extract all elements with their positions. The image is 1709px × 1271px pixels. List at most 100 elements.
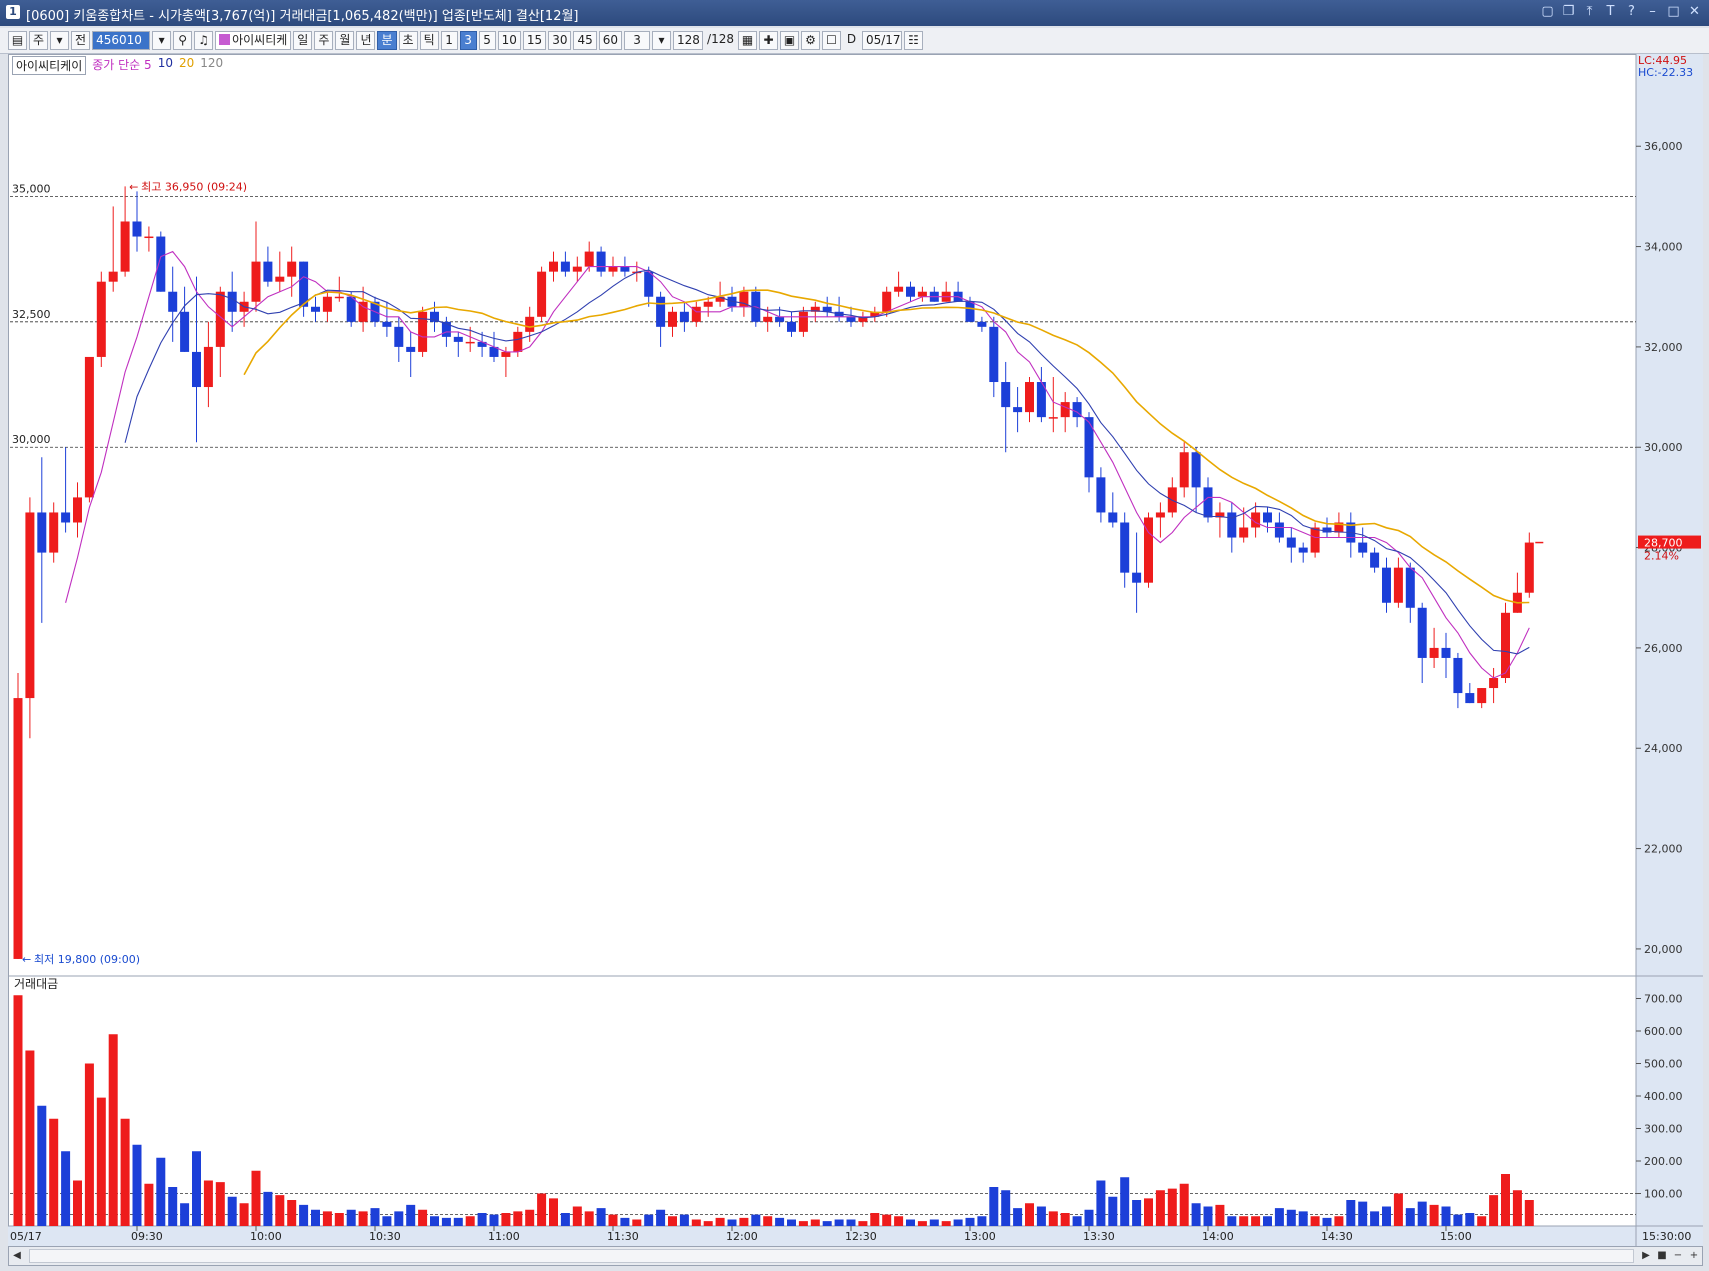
close-icon[interactable]: ✕ — [1686, 3, 1703, 21]
candle-body — [679, 311, 689, 322]
crosshair-icon[interactable]: ✚ — [758, 31, 778, 50]
date-checkbox[interactable]: ☐ — [821, 31, 841, 50]
volume-bar — [834, 1219, 844, 1226]
play-icon[interactable]: ▶ — [1638, 1248, 1654, 1264]
volume-bar — [394, 1211, 404, 1226]
volume-bar — [775, 1217, 785, 1226]
candle-body — [13, 698, 23, 959]
chart-canvas[interactable]: 35,000 32,500 30,000 20,000 22,000 24,000 26,0… — [8, 54, 1703, 1246]
interval-value-input[interactable]: 3 — [624, 31, 651, 50]
volume-bar — [1108, 1196, 1118, 1226]
help-icon[interactable]: ? — [1623, 3, 1640, 21]
interval-15[interactable]: 15 — [522, 31, 547, 50]
stop-icon[interactable]: ■ — [1654, 1248, 1670, 1264]
price-reference-label: 35,000 — [12, 182, 51, 195]
period-second[interactable]: 초 — [398, 31, 418, 50]
candle-body — [1358, 542, 1368, 553]
candle-body — [989, 326, 999, 383]
candle-body — [1453, 657, 1463, 694]
stock-name-field[interactable]: 아이씨티케 — [215, 31, 292, 50]
period-month[interactable]: 월 — [335, 31, 355, 50]
candle-body — [1405, 567, 1415, 608]
save-icon[interactable]: ▣ — [779, 31, 799, 50]
volume-bar — [691, 1219, 701, 1226]
prev-button[interactable]: 전 — [71, 31, 91, 50]
price-tick-label: 26,000 — [1644, 642, 1683, 655]
candle-body — [560, 261, 570, 272]
legend-stock[interactable]: 아이씨티케이 — [12, 56, 87, 75]
price-reference-label: 32,500 — [12, 308, 51, 321]
candle-body — [1393, 567, 1403, 603]
period-tick[interactable]: 틱 — [419, 31, 439, 50]
volume-bar — [370, 1208, 380, 1226]
candle-body — [882, 291, 892, 312]
volume-bar — [501, 1213, 511, 1226]
time-label: 13:30 — [1083, 1230, 1115, 1243]
candle-body — [513, 331, 523, 352]
count-input[interactable]: 128 — [673, 31, 704, 50]
interval-45[interactable]: 45 — [573, 31, 597, 50]
font-icon[interactable]: T — [1602, 3, 1619, 21]
volume-bar — [430, 1216, 439, 1226]
interval-5[interactable]: 5 — [478, 31, 496, 50]
pin-icon[interactable]: ⤒ — [1581, 3, 1598, 21]
mode-select[interactable]: 주 — [29, 31, 49, 50]
minimize-icon[interactable]: – — [1644, 3, 1661, 21]
period-minute[interactable]: 분 — [377, 31, 397, 50]
volume-bar — [1310, 1216, 1320, 1226]
candle-body — [382, 321, 392, 327]
volume-bar — [1453, 1214, 1463, 1226]
volume-bar — [1132, 1200, 1142, 1226]
volume-bar — [168, 1187, 178, 1226]
mode-dropdown-icon[interactable]: ▾ — [50, 31, 70, 50]
interval-3[interactable]: 3 — [459, 31, 477, 50]
volume-bar — [489, 1214, 499, 1226]
gear-icon[interactable]: ⚙ — [800, 31, 820, 50]
interval-30[interactable]: 30 — [548, 31, 572, 50]
volume-bar — [13, 995, 23, 1226]
interval-1[interactable]: 1 — [440, 31, 458, 50]
new-window-icon[interactable]: ❐ — [1560, 3, 1577, 21]
volume-bar — [453, 1217, 463, 1226]
candle-body — [798, 311, 808, 332]
volume-bar — [1179, 1183, 1189, 1226]
interval-10[interactable]: 10 — [497, 31, 521, 50]
speaker-icon[interactable]: ♫ — [194, 31, 214, 50]
scroll-left-icon[interactable]: ◀ — [9, 1248, 25, 1264]
calendar-icon[interactable]: ☷ — [903, 31, 923, 50]
candle-body — [620, 266, 630, 272]
date-input[interactable]: 05/17 — [861, 31, 902, 50]
volume-bar — [608, 1214, 618, 1226]
zoom-in-icon[interactable]: + — [1686, 1248, 1702, 1264]
search-icon[interactable]: ⚲ — [173, 31, 193, 50]
chart-settings-icon[interactable]: ▤ — [8, 31, 27, 50]
candle-body — [846, 316, 856, 322]
current-price-label: 28,700 — [1644, 537, 1683, 550]
volume-bar — [620, 1217, 630, 1226]
interval-60[interactable]: 60 — [598, 31, 623, 50]
grid-icon[interactable]: ▦ — [737, 31, 757, 50]
volume-bar — [215, 1182, 225, 1226]
zoom-out-icon[interactable]: − — [1670, 1248, 1686, 1264]
code-dropdown-icon[interactable]: ▾ — [152, 31, 172, 50]
candle-body — [1025, 382, 1034, 413]
candle-body — [1370, 552, 1380, 568]
volume-bar — [203, 1180, 213, 1226]
period-week[interactable]: 주 — [314, 31, 334, 50]
candle-body — [1417, 607, 1427, 658]
period-year[interactable]: 년 — [356, 31, 376, 50]
stock-code-input[interactable]: 456010 — [92, 31, 151, 50]
volume-bar — [858, 1221, 868, 1226]
volume-bar — [180, 1203, 190, 1226]
candle-body — [1274, 522, 1284, 538]
volume-bar — [1477, 1216, 1487, 1226]
candle-body — [465, 341, 475, 344]
layout-icon[interactable]: ▢ — [1539, 3, 1556, 21]
candle-body — [1429, 647, 1439, 658]
interval-dropdown-icon[interactable]: ▾ — [652, 31, 672, 50]
maximize-icon[interactable]: □ — [1665, 3, 1682, 21]
count-total: /128 — [707, 32, 734, 46]
volume-bar — [120, 1118, 130, 1226]
scroll-track[interactable] — [29, 1249, 1634, 1263]
period-day[interactable]: 일 — [293, 31, 313, 50]
